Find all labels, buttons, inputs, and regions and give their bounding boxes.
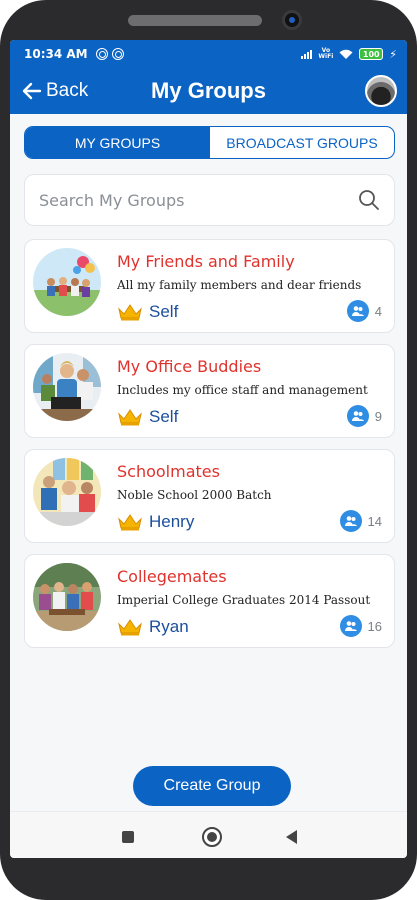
group-name: My Friends and Family [117,252,295,271]
signal-icon [301,49,313,59]
member-count-badge: 4 [346,300,382,322]
group-photo [33,458,101,526]
status-time: 10:34 AM [24,47,88,61]
crown-icon [118,304,142,321]
member-count: 9 [374,408,382,424]
group-description: Noble School 2000 Batch [117,488,272,502]
group-members-icon [339,510,362,532]
search-input[interactable] [39,190,358,210]
owner-name: Henry [149,512,195,531]
notification-icon [95,48,108,60]
member-count-badge: 9 [346,405,382,427]
tab-my-groups[interactable]: MY GROUPS [25,127,210,158]
owner-name: Self [149,302,179,321]
group-description: All my family members and dear friends [117,278,362,292]
charging-icon: ⚡ [389,47,397,61]
member-count: 4 [374,303,382,319]
tab-broadcast-groups[interactable]: BROADCAST GROUPS [210,127,394,158]
speaker-grille [128,15,262,26]
volte-indicator: Vo WiFi [318,47,334,60]
group-owner: Self [117,407,178,427]
system-nav-bar [10,811,407,858]
group-members-icon [346,300,369,322]
group-photo [33,248,101,316]
member-count-badge: 16 [339,615,382,637]
group-card-collegemates[interactable]: Collegemates Imperial College Graduates … [24,554,395,648]
status-bar: 10:34 AM Vo WiFi 100 ⚡ [10,40,407,68]
group-list: My Friends and Family All my family memb… [24,239,395,659]
system-back-button[interactable] [286,830,297,844]
group-card-friends-family[interactable]: My Friends and Family All my family memb… [24,239,395,333]
owner-name: Ryan [149,617,189,636]
group-name: Collegemates [117,567,227,586]
group-name: Schoolmates [117,462,220,481]
group-card-office-buddies[interactable]: My Office Buddies Includes my office sta… [24,344,395,438]
crown-icon [118,514,142,531]
owner-name: Self [149,407,179,426]
member-count: 14 [367,513,382,529]
wifi-icon [339,49,353,60]
status-system-icons: Vo WiFi 100 ⚡ [301,48,397,61]
search-bar [24,174,395,226]
group-owner: Henry [117,512,194,532]
phone-frame: 10:34 AM Vo WiFi 100 ⚡ Back My Groups MY… [0,0,417,900]
front-camera [282,10,302,30]
crown-icon [118,619,142,636]
phone-top-bezel [0,0,417,44]
create-group-button[interactable]: Create Group [133,766,291,806]
screen: 10:34 AM Vo WiFi 100 ⚡ Back My Groups MY… [10,40,407,858]
group-members-icon [346,405,369,427]
member-count: 16 [367,618,382,634]
group-description: Includes my office staff and management [117,383,368,397]
notification-icon [111,48,124,60]
group-photo [33,563,101,631]
app-bar: Back My Groups [10,68,407,114]
status-notification-icons [95,48,124,60]
phone-bottom-bezel [0,858,417,900]
group-description: Imperial College Graduates 2014 Passout [117,593,371,607]
group-owner: Self [117,302,178,322]
search-icon[interactable] [358,189,380,211]
user-avatar[interactable] [365,75,397,107]
recents-button[interactable] [122,831,134,843]
group-members-icon [339,615,362,637]
home-button[interactable] [202,827,222,847]
crown-icon [118,409,142,426]
battery-level: 100 [362,49,380,59]
member-count-badge: 14 [339,510,382,532]
group-tabs: MY GROUPS BROADCAST GROUPS [24,126,395,159]
group-owner: Ryan [117,617,189,637]
group-photo [33,353,101,421]
page-title: My Groups [151,78,266,103]
group-card-schoolmates[interactable]: Schoolmates Noble School 2000 Batch Henr… [24,449,395,543]
battery-icon: 100 [359,48,384,60]
group-name: My Office Buddies [117,357,262,376]
